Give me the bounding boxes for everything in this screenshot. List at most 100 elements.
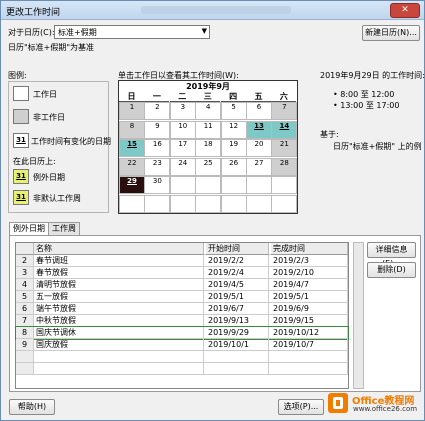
options-button[interactable]: 选项(P)...	[278, 399, 324, 415]
table-header-row: 名称 开始时间 完成时间	[16, 243, 348, 255]
calendar-day[interactable]: 13	[246, 120, 272, 139]
title-bar: 更改工作时间 ✕	[1, 1, 424, 20]
calendar-day-number: 26	[229, 158, 239, 167]
calendar-day-number: 17	[178, 140, 188, 148]
empty-cell	[206, 351, 269, 362]
legend-changed: 工作时间有变化的日期	[31, 137, 111, 146]
legend-title: 图例:	[8, 71, 27, 80]
table-cell: 2019/5/1	[206, 291, 269, 302]
row-number: 9	[16, 339, 34, 350]
calendar-day[interactable]: 6	[246, 102, 272, 120]
calendar-day[interactable]: 29	[119, 176, 145, 194]
table-cell: 2019/5/1	[271, 291, 348, 302]
table-row[interactable]: 3 春节放假 2019/2/4 2019/2/10	[16, 267, 348, 279]
calendar-day[interactable]: 20	[246, 139, 272, 157]
calendar-day[interactable]: 18	[195, 139, 222, 157]
calendar-day[interactable]: 8	[119, 120, 145, 139]
table-cell: 春节调班	[34, 255, 204, 266]
calendar-day[interactable]: 27	[246, 157, 272, 176]
table-cell: 端午节放假	[34, 303, 204, 314]
calendar-day[interactable]: 24	[169, 157, 196, 176]
table-cell: 2019/9/29	[206, 327, 269, 338]
calendar-day	[220, 194, 247, 213]
calendar-day[interactable]: 22	[119, 157, 145, 176]
column-header[interactable]	[16, 243, 34, 255]
legend-exception: 例外日期	[33, 173, 65, 182]
legend-on-this-calendar: 在此日历上:	[13, 157, 56, 166]
calendar-day-number: 10	[178, 121, 188, 130]
row-number: 8	[16, 327, 34, 338]
column-header[interactable]: 开始时间	[206, 243, 269, 255]
details-button[interactable]: 详细信息(E)...	[367, 242, 416, 268]
calendar-day-number: 25	[203, 158, 213, 167]
tab-work-weeks[interactable]: 工作周	[48, 222, 80, 235]
calendar-day[interactable]: 30	[144, 176, 171, 194]
calendar-day[interactable]: 1	[119, 102, 145, 120]
table-row[interactable]: 9 国庆放假 2019/10/1 2019/10/7	[16, 339, 348, 351]
calendar-day[interactable]: 5	[220, 102, 247, 120]
office-logo-icon	[328, 393, 348, 413]
table-cell: 2019/9/15	[271, 315, 348, 326]
calendar-day-number: 29	[127, 177, 137, 185]
calendar-day	[144, 194, 171, 213]
nondefault-week-swatch: 31	[13, 190, 29, 205]
calendar-day[interactable]: 3	[169, 102, 196, 120]
calendar-day[interactable]: 11	[195, 120, 222, 139]
calendar-day-number: 21	[279, 140, 289, 148]
help-button[interactable]: 帮助(H)	[9, 399, 55, 415]
table-row[interactable]: 2 春节调班 2019/2/2 2019/2/3	[16, 255, 348, 267]
calendar-day[interactable]: 17	[169, 139, 196, 157]
table-row[interactable]: 6 端午节放假 2019/6/7 2019/6/9	[16, 303, 348, 315]
empty-table-row[interactable]	[16, 351, 348, 363]
calendar-day-number: 13	[254, 121, 264, 130]
working-day-swatch	[13, 86, 29, 101]
calendar-day-number: 11	[203, 121, 213, 130]
close-button[interactable]: ✕	[390, 3, 420, 18]
calendar-day[interactable]: 19	[220, 139, 247, 157]
calendar-day-number: 19	[229, 140, 239, 148]
calendar-day[interactable]: 10	[169, 120, 196, 139]
weekday-header: 一	[144, 91, 170, 102]
calendar-day	[246, 176, 272, 194]
work-time-2: • 13:00 至 17:00	[333, 101, 400, 110]
dialog-window: 更改工作时间 ✕ 对于日历(C): 标准+假期 ▼ 日历"标准+假期"为基准 新…	[0, 0, 425, 421]
delete-button[interactable]: 删除(D)	[367, 262, 416, 278]
table-row[interactable]: 5 五一放假 2019/5/1 2019/5/1	[16, 291, 348, 303]
tab-exceptions[interactable]: 例外日期	[9, 222, 49, 236]
calendar-day[interactable]: 23	[144, 157, 171, 176]
column-header[interactable]: 名称	[34, 243, 204, 255]
calendar-day[interactable]: 12	[220, 120, 247, 139]
calendar-day-number: 22	[127, 158, 137, 167]
weekday-header: 五	[246, 91, 271, 102]
calendar-day[interactable]: 21	[271, 139, 298, 157]
calendar-day[interactable]: 26	[220, 157, 247, 176]
calendar-day-number: 4	[205, 103, 211, 111]
calendar-day	[271, 176, 298, 194]
calendar-day[interactable]: 16	[144, 139, 171, 157]
calendar-day-number: 8	[129, 121, 135, 130]
calendar-day[interactable]: 2	[144, 102, 171, 120]
calendar-day[interactable]: 15	[119, 139, 145, 157]
calendar-day[interactable]: 4	[195, 102, 222, 120]
empty-table-row[interactable]	[16, 363, 348, 375]
table-row[interactable]: 7 中秋节放假 2019/9/13 2019/9/15	[16, 315, 348, 327]
column-header[interactable]: 完成时间	[271, 243, 348, 255]
table-scrollbar[interactable]	[353, 242, 364, 389]
nonworking-day-swatch	[13, 109, 29, 124]
calendar-day[interactable]: 25	[195, 157, 222, 176]
chevron-down-icon: ▼	[201, 27, 207, 35]
calendar-day[interactable]: 7	[271, 102, 298, 120]
calendar-day-number: 12	[229, 121, 239, 130]
calendar-day	[169, 176, 196, 194]
new-calendar-button[interactable]: 新建日历(N)...	[362, 25, 420, 41]
month-calendar: 2019年9月 日一二三四五六 1 2 3 4 5 6 7 8 9 10 11 12 13 14 15 16 17…	[118, 80, 298, 214]
table-row[interactable]: 4 清明节放假 2019/4/5 2019/4/7	[16, 279, 348, 291]
calendar-day-number: 14	[279, 121, 290, 130]
calendar-day[interactable]: 14	[271, 120, 298, 139]
calendar-day[interactable]: 9	[144, 120, 171, 139]
calendar-for-label: 对于日历(C):	[8, 28, 55, 37]
calendar-day	[119, 194, 145, 213]
calendar-select[interactable]: 标准+假期 ▼	[54, 25, 210, 39]
table-row[interactable]: 8 国庆节调休 2019/9/29 2019/10/12	[15, 326, 349, 340]
calendar-day[interactable]: 28	[271, 157, 298, 176]
